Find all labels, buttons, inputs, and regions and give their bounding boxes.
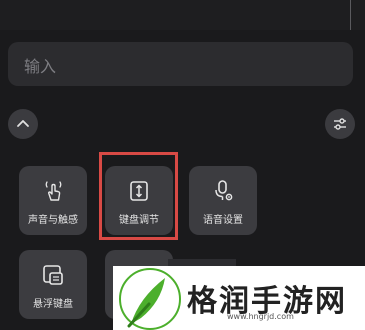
brand-url: www.hngrjd.com	[227, 312, 294, 321]
brand-logo-icon	[119, 268, 181, 330]
text-input[interactable]: 输入	[8, 42, 353, 86]
top-bar	[0, 0, 365, 30]
tile-label: 声音与触感	[28, 215, 78, 226]
tile-voice-settings[interactable]: 语音设置	[189, 166, 257, 235]
touch-vibration-icon	[45, 181, 62, 201]
microphone-settings-icon	[215, 180, 233, 201]
floating-keyboard-icon	[43, 265, 63, 285]
tile-label: 语音设置	[203, 215, 243, 226]
top-bar-edge	[350, 0, 359, 30]
input-placeholder: 输入	[24, 57, 57, 76]
collapse-button[interactable]	[8, 109, 38, 139]
watermark-banner: 格润手游网 www.hngrjd.com	[113, 266, 365, 330]
tile-sound-haptics[interactable]: 声音与触感	[19, 166, 87, 235]
highlight-frame	[99, 152, 178, 240]
tile-label: 悬浮键盘	[33, 299, 73, 310]
tile-floating-keyboard[interactable]: 悬浮键盘	[19, 250, 87, 319]
chevron-up-icon	[17, 120, 29, 127]
sliders-icon	[334, 118, 346, 130]
settings-button[interactable]	[325, 109, 355, 139]
